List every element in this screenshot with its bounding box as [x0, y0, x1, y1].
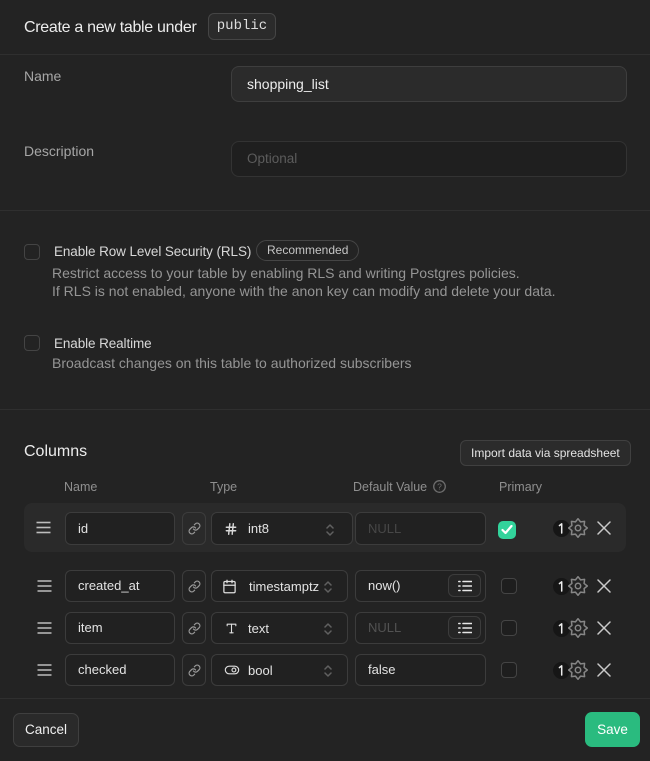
svg-text:?: ? [437, 481, 442, 491]
